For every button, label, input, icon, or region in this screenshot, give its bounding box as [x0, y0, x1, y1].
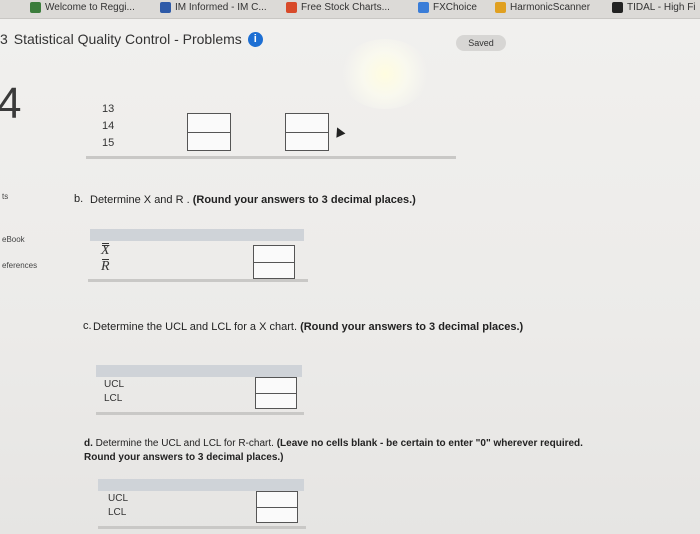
divider [98, 526, 306, 529]
part-d-text: Determine the UCL and LCL for R-chart. [95, 438, 274, 449]
saved-badge: Saved [456, 35, 506, 51]
title-prefix: 3 [0, 31, 8, 47]
bookmark-icon [418, 2, 429, 13]
bookmark-icon [286, 2, 297, 13]
ucl-label: UCL [108, 493, 129, 504]
lcl-label: LCL [104, 393, 123, 404]
answer-input-group[interactable] [285, 113, 329, 151]
part-c-instructions: (Round your answers to 3 decimal places.… [300, 321, 524, 333]
part-c-question: Determine the UCL and LCL for a X chart.… [93, 320, 593, 335]
bookmark-welcome[interactable]: Welcome to Reggi... [30, 2, 135, 13]
bookmark-fxchoice[interactable]: FXChoice [418, 2, 477, 13]
assignment-page: 3 Statistical Quality Control - Problems… [0, 19, 700, 534]
question-number: 4 [0, 79, 22, 128]
part-d-question: d. Determine the UCL and LCL for R-chart… [84, 437, 604, 465]
lcl-label: LCL [108, 507, 127, 518]
sample-rows: 13 14 15 [102, 101, 114, 152]
bookmark-icon [30, 2, 41, 13]
sidebar-item-references[interactable]: eferences [2, 261, 37, 270]
bookmark-icon [612, 2, 623, 13]
bookmark-free-stock-charts[interactable]: Free Stock Charts... [286, 2, 390, 13]
sidebar-item-ebook[interactable]: eBook [2, 235, 25, 244]
row-number: 15 [102, 137, 115, 149]
part-b-question: Determine X and R . (Round your answers … [90, 194, 610, 206]
r-bar-label: R [101, 259, 110, 274]
table-header-bar [98, 479, 304, 491]
screen-glare [340, 39, 430, 109]
part-b-instructions: (Round your answers to 3 decimal places.… [192, 194, 416, 206]
part-b-text: Determine X and R . [90, 194, 190, 206]
part-c-text: Determine the UCL and LCL for a X chart. [93, 321, 298, 333]
ucl-label: UCL [104, 379, 125, 390]
answer-input-group[interactable] [255, 377, 297, 409]
part-c-label: c. [83, 320, 92, 332]
table-header-bar [90, 229, 304, 241]
x-double-bar-label: X [101, 243, 110, 258]
answer-input-group[interactable] [253, 245, 295, 279]
info-icon[interactable]: i [247, 31, 263, 47]
bookmark-harmonicscanner[interactable]: HarmonicScanner [495, 2, 590, 13]
bookmark-icon [495, 2, 506, 13]
title-text: Statistical Quality Control - Problems [13, 31, 242, 47]
row-number: 13 [102, 103, 115, 115]
bookmark-im-informed[interactable]: IM Informed - IM C... [160, 2, 267, 13]
divider [88, 279, 308, 282]
answer-input-group[interactable] [187, 113, 231, 151]
bookmark-icon [160, 2, 171, 13]
bookmark-tidal[interactable]: TIDAL - High Fi [612, 2, 696, 13]
part-b-label: b. [74, 193, 84, 205]
bookmarks-bar: Welcome to Reggi... IM Informed - IM C..… [0, 0, 700, 19]
page-title: 3 Statistical Quality Control - Problems… [0, 31, 263, 47]
mouse-cursor-icon [332, 125, 346, 138]
row-number: 14 [102, 120, 115, 132]
part-d-label: d. [84, 438, 93, 449]
divider [96, 412, 304, 415]
answer-input-group[interactable] [256, 491, 298, 523]
sidebar-item-points[interactable]: ts [2, 192, 8, 201]
divider [86, 156, 456, 159]
table-header-bar [96, 365, 302, 377]
